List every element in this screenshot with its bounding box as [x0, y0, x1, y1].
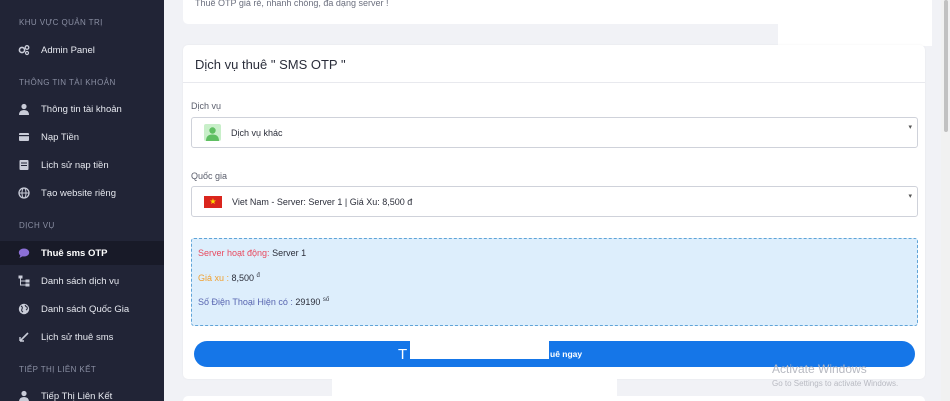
sidebar-section-admin: KHU VỰC QUẢN TRỊ — [19, 18, 103, 27]
phones-line: Số Điện Thoại Hiện có : 29190 số — [198, 297, 329, 307]
user-icon — [18, 390, 30, 401]
sidebar-item-rent-sms-otp[interactable]: Thuê sms OTP — [0, 241, 164, 265]
cogs-icon — [18, 44, 30, 56]
sidebar-item-account-info[interactable]: Thông tin tài khoản — [0, 97, 164, 121]
button-text-prefix: T — [398, 345, 408, 363]
sidebar-item-affiliate[interactable]: Tiếp Thị Liên Kết — [0, 384, 164, 401]
redacted-area — [410, 332, 549, 359]
user-avatar-icon — [204, 124, 221, 141]
sidebar-item-admin-panel[interactable]: Admin Panel — [0, 38, 164, 62]
sidebar-section-account: THÔNG TIN TÀI KHOẢN — [19, 78, 116, 87]
sidebar-section-services: DỊCH VỤ — [19, 221, 55, 230]
redacted-area — [778, 0, 932, 46]
server-status-key: Server hoạt động: — [198, 248, 270, 258]
divider — [183, 82, 925, 83]
sitemap-icon — [18, 275, 30, 287]
sidebar-item-label: Danh sách Quốc Gia — [41, 303, 130, 315]
price-value: 8,500 — [229, 273, 257, 283]
history-icon — [18, 159, 30, 171]
vietnam-flag-icon: ★ — [204, 195, 222, 208]
sidebar-item-deposit-history[interactable]: Lịch sử nạp tiền — [0, 153, 164, 177]
intro-text: Thuê OTP giá rẻ, nhanh chóng, đa dạng se… — [195, 0, 389, 8]
phones-unit: số — [322, 297, 330, 303]
service-selected-value: Dịch vụ khác — [231, 127, 283, 138]
sidebar-item-country-list[interactable]: Danh sách Quốc Gia — [0, 297, 164, 321]
country-selected-value: Viet Nam - Server: Server 1 | Giá Xu: 8,… — [232, 196, 413, 207]
comment-icon — [18, 247, 30, 259]
country-select[interactable]: ★ Viet Nam - Server: Server 1 | Giá Xu: … — [191, 186, 918, 217]
sidebar-item-label: Tạo website riêng — [41, 187, 116, 199]
service-label: Dịch vụ — [191, 101, 222, 111]
sidebar-item-label: Tiếp Thị Liên Kết — [41, 390, 113, 401]
scrollbar-thumb[interactable] — [944, 0, 948, 132]
windows-activation-subtitle: Go to Settings to activate Windows. — [772, 379, 899, 388]
sidebar-item-label: Thông tin tài khoản — [41, 103, 122, 115]
caret-down-icon: ▾ — [908, 124, 912, 131]
price-key: Giá xu : — [198, 273, 230, 283]
sidebar-item-sms-history[interactable]: Lịch sử thuê sms — [0, 325, 164, 349]
sidebar-item-create-website[interactable]: Tạo website riêng — [0, 181, 164, 205]
phones-key: Số Điện Thoại Hiện có : — [198, 297, 293, 307]
earth-icon — [18, 303, 30, 315]
sms-otp-card: Dịch vụ thuê " SMS OTP " Dịch vụ Dịch vụ… — [183, 45, 925, 379]
sidebar-section-affiliate: TIẾP THỊ LIÊN KẾT — [19, 365, 97, 374]
windows-activation-title: Activate Windows — [772, 362, 867, 376]
country-label: Quốc gia — [191, 171, 228, 181]
button-text-suffix: uê ngay — [550, 349, 583, 359]
wallet-icon — [18, 131, 30, 143]
sidebar-item-deposit[interactable]: Nạp Tiền — [0, 125, 164, 149]
globe-icon — [18, 187, 30, 199]
sidebar-item-label: Admin Panel — [41, 44, 95, 56]
history-icon — [18, 331, 30, 343]
server-info-box: Server hoạt động: Server 1 Giá xu : 8,50… — [191, 238, 918, 326]
price-line: Giá xu : 8,500 đ — [198, 273, 260, 283]
server-status-value: Server 1 — [269, 248, 307, 258]
sidebar-item-service-list[interactable]: Danh sách dịch vụ — [0, 269, 164, 293]
user-icon — [18, 103, 30, 115]
sidebar-item-label: Thuê sms OTP — [41, 247, 108, 259]
service-select[interactable]: Dịch vụ khác ▾ — [191, 117, 918, 148]
sidebar-item-label: Danh sách dịch vụ — [41, 275, 120, 287]
price-unit: đ — [256, 273, 260, 279]
sidebar: KHU VỰC QUẢN TRỊ Admin Panel THÔNG TIN T… — [0, 0, 164, 401]
sidebar-item-label: Lịch sử thuê sms — [41, 331, 114, 343]
sidebar-item-label: Nạp Tiền — [41, 131, 80, 143]
card-title: Dịch vụ thuê " SMS OTP " — [195, 57, 346, 72]
server-status-line: Server hoạt động: Server 1 — [198, 248, 306, 258]
sidebar-item-label: Lịch sử nạp tiền — [41, 159, 109, 171]
phones-value: 29190 — [292, 297, 323, 307]
redacted-area — [332, 378, 617, 401]
caret-down-icon: ▾ — [908, 193, 912, 200]
